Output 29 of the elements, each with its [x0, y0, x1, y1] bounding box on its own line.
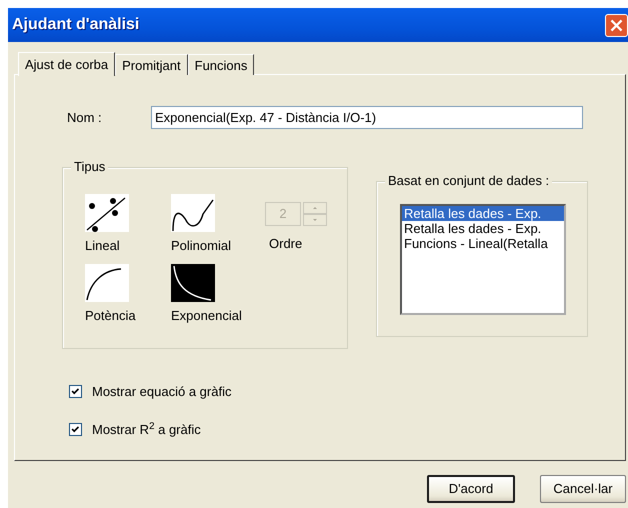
- curve-type-button[interactable]: [85, 264, 129, 302]
- group-title: Tipus: [71, 159, 108, 175]
- list-item[interactable]: Retalla les dades - Exp.: [402, 206, 564, 221]
- curve-type-button[interactable]: [171, 264, 215, 302]
- close-button[interactable]: [605, 14, 628, 36]
- curve-type-label: Potència: [85, 306, 136, 324]
- dialog-button[interactable]: Cancel·lar: [540, 475, 626, 503]
- dataset-list[interactable]: Retalla les dades - Exp. Retalla les dades - Exp. Funcions - Lineal(Retalla: [400, 204, 566, 315]
- order-field: 2: [265, 202, 301, 226]
- dialog-button[interactable]: D'acord: [427, 475, 515, 503]
- checkbox[interactable]: [69, 422, 82, 436]
- checkbox[interactable]: [69, 385, 82, 398]
- curve-type-label: Exponencial: [171, 306, 242, 325]
- checkbox-label: Mostrar equació a gràfic: [92, 383, 232, 401]
- tab[interactable]: Funcions: [188, 54, 254, 75]
- tab[interactable]: Ajust de corba: [18, 52, 116, 76]
- group-title: Basat en conjunt de dades :: [385, 173, 552, 189]
- list-item[interactable]: Funcions - Lineal(Retalla: [402, 236, 564, 251]
- checkbox-label: Mostrar R$^{2}$ a gràfic: [92, 420, 201, 439]
- order-label: Ordre: [269, 235, 302, 253]
- curve-type-label: Polinomial: [171, 237, 231, 255]
- tab[interactable]: Promitjant: [115, 54, 188, 75]
- window-title: Ajudant d'anàlisi: [12, 15, 140, 35]
- name-field[interactable]: Exponencial(Exp. 47 - Distància I/O-1): [151, 106, 583, 129]
- list-item[interactable]: Retalla les dades - Exp.: [402, 221, 564, 236]
- curve-type-label: Lineal: [85, 237, 120, 255]
- curve-type-button[interactable]: [85, 194, 129, 232]
- curve-type-button[interactable]: [171, 194, 215, 232]
- name-label: Nom :: [67, 108, 103, 127]
